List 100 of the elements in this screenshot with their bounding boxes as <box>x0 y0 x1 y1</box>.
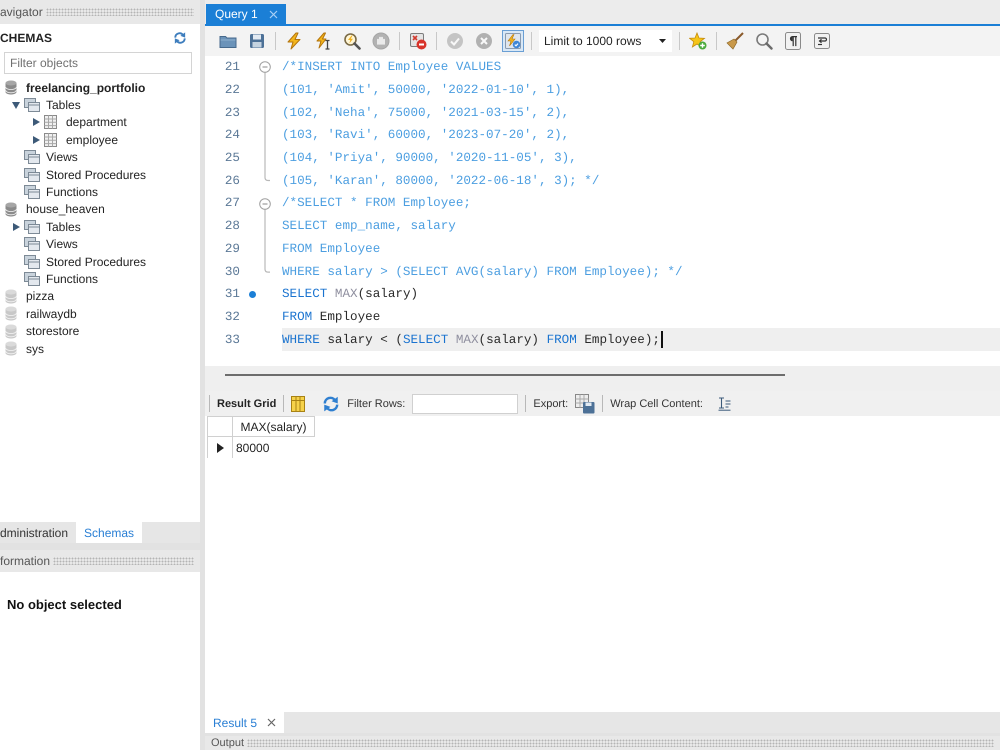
line-number: 30 <box>224 264 241 281</box>
schema-name[interactable]: sys <box>26 342 44 356</box>
info-message: No object selected <box>7 597 122 612</box>
refresh-icon[interactable] <box>322 396 340 412</box>
filter-label: Filter Rows: <box>347 398 406 410</box>
line-number: 25 <box>224 150 241 168</box>
filter-field[interactable] <box>412 394 518 414</box>
export-label: Export: <box>533 398 568 410</box>
stop-hand-icon <box>372 32 390 50</box>
folder-label[interactable]: Views <box>46 150 78 164</box>
caret-icon[interactable] <box>32 118 40 126</box>
folder-label[interactable]: Views <box>46 237 78 252</box>
collapse-icon[interactable] <box>259 198 271 210</box>
folder-icon <box>24 185 40 200</box>
folder-icon <box>24 272 40 286</box>
table-name[interactable]: employee <box>66 132 118 147</box>
folder-label[interactable]: Stored Procedures <box>46 168 146 182</box>
schema-name[interactable]: house_heaven <box>26 202 105 216</box>
invisibles-button[interactable] <box>782 30 804 52</box>
close-icon[interactable] <box>267 718 276 727</box>
result-grid-tab[interactable]: Result Grid <box>217 398 276 410</box>
code-line: FROM Employee <box>282 242 380 256</box>
code-line: (102, 'Neha', 75000, '2021-03-15', 2), <box>282 106 570 120</box>
stop-error-icon <box>409 32 427 50</box>
folder-icon <box>24 150 40 164</box>
caret-icon <box>659 39 666 43</box>
stop-on-error-button[interactable] <box>407 30 429 52</box>
scrollbar[interactable] <box>225 374 785 376</box>
code-line: (105, 'Karan', 80000, '2022-06-18', 3); */ <box>282 174 600 188</box>
folder-label[interactable]: Functions <box>46 185 98 200</box>
panel-tab[interactable]: Schemas <box>76 522 142 543</box>
line-number: 29 <box>224 240 241 258</box>
filter-field[interactable]: Filter objects <box>4 52 192 74</box>
folder-label[interactable]: Tables <box>46 98 81 112</box>
table-icon <box>44 132 57 147</box>
panel-tab[interactable]: dministration <box>0 522 76 543</box>
caret-icon[interactable] <box>32 136 40 144</box>
refresh-icon[interactable] <box>173 32 187 44</box>
wrap-button[interactable] <box>811 30 833 52</box>
editor-tab[interactable]: Query 1 <box>206 4 286 24</box>
folder-label[interactable]: Functions <box>46 272 98 286</box>
folder-icon <box>24 98 40 112</box>
grid-view-icon[interactable] <box>291 396 306 412</box>
find-button[interactable] <box>753 30 775 52</box>
schema-name[interactable]: pizza <box>26 289 54 304</box>
line-number: 28 <box>224 218 241 236</box>
lightning-cursor-icon <box>314 32 332 50</box>
explain-button[interactable] <box>341 30 363 52</box>
code-line: /*SELECT * FROM Employee; <box>282 196 471 210</box>
broom-icon <box>726 32 744 50</box>
schema-name[interactable]: freelancing_portfolio <box>26 80 146 95</box>
caret-icon[interactable] <box>12 222 20 231</box>
table-icon <box>44 115 57 130</box>
collapse-icon[interactable] <box>259 62 271 74</box>
save-icon <box>248 32 266 50</box>
table-cell-text: 80000 <box>235 440 270 456</box>
star-plus-icon <box>689 32 707 50</box>
wrap-label: Wrap Cell Content: <box>610 398 703 410</box>
line-number: 24 <box>224 127 241 144</box>
panel-title: Output <box>210 737 244 749</box>
line-number: 26 <box>224 172 241 190</box>
schema-name[interactable]: storestore <box>26 324 80 338</box>
bookmark-button[interactable] <box>687 30 709 52</box>
autocommit-button[interactable] <box>502 30 524 52</box>
section-title: CHEMAS <box>0 31 52 45</box>
folder-label[interactable]: Stored Procedures <box>46 254 146 269</box>
lightning-check-icon <box>504 32 522 50</box>
column-header[interactable]: MAX(salary) <box>233 416 315 437</box>
cross-circle-icon <box>475 32 493 50</box>
line-number: 32 <box>224 308 241 326</box>
line-number: 22 <box>224 82 241 100</box>
folder-icon <box>24 237 40 252</box>
code-line: WHERE salary > (SELECT AVG(salary) FROM Employee); */ <box>282 264 683 279</box>
wrap-text-icon[interactable] <box>718 396 731 410</box>
caret-icon[interactable] <box>12 102 20 109</box>
schema-name[interactable]: railwaydb <box>26 306 77 321</box>
panel-title: avigator <box>0 5 43 19</box>
code-line: (103, 'Ravi', 60000, '2023-07-20', 2), <box>282 128 570 142</box>
folder-icon <box>24 168 40 182</box>
code-line: (104, 'Priya', 90000, '2020-11-05', 3), <box>282 151 577 166</box>
wrap-icon <box>813 32 831 50</box>
code-line: SELECT MAX(salary) <box>282 287 418 302</box>
code-line: SELECT emp_name, salary <box>282 219 456 234</box>
table-name[interactable]: department <box>66 115 127 130</box>
beautify-button[interactable] <box>724 30 746 52</box>
line-number: 31 <box>224 286 241 304</box>
export-icon[interactable] <box>575 394 596 414</box>
search-icon <box>755 32 773 50</box>
line-number: 23 <box>224 104 241 122</box>
limit-dropdown[interactable]: Limit to 1000 rows <box>539 30 672 52</box>
result-tab[interactable]: Result 5 <box>205 712 284 733</box>
text-cursor <box>660 331 663 348</box>
lightning-icon <box>285 32 303 50</box>
line-number: 33 <box>224 332 241 349</box>
check-icon <box>446 32 464 50</box>
code-line: (101, 'Amit', 50000, '2022-01-10', 1), <box>282 83 570 98</box>
panel-title: formation <box>0 554 50 568</box>
code-line: FROM Employee <box>282 310 380 324</box>
folder-label[interactable]: Tables <box>46 220 81 234</box>
code-line: WHERE salary < (SELECT MAX(salary) FROM Employee); <box>282 332 660 347</box>
